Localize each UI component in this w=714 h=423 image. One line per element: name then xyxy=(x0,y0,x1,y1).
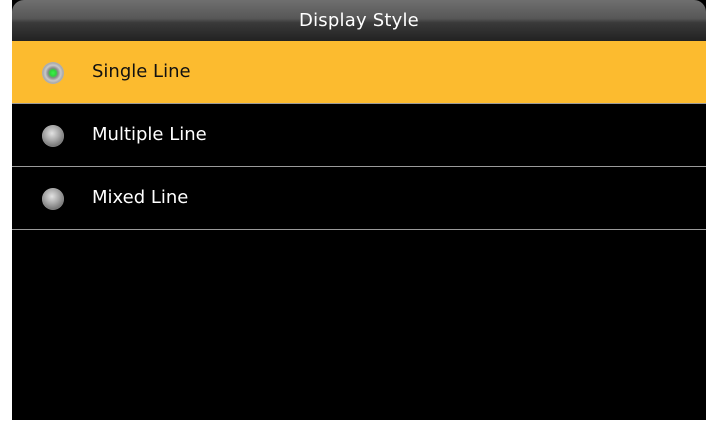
option-label: Single Line xyxy=(92,61,191,82)
option-mixed-line[interactable]: Mixed Line xyxy=(12,167,706,230)
radio-checked-icon[interactable] xyxy=(42,62,64,84)
device-screen: Display Style Single Line Multiple Line … xyxy=(12,0,706,420)
option-single-line[interactable]: Single Line xyxy=(12,41,706,104)
title-bar: Display Style xyxy=(12,0,706,41)
page-title: Display Style xyxy=(299,10,419,31)
option-label: Multiple Line xyxy=(92,124,207,145)
radio-unchecked-icon[interactable] xyxy=(42,125,64,147)
radio-unchecked-icon[interactable] xyxy=(42,188,64,210)
option-label: Mixed Line xyxy=(92,187,189,208)
option-multiple-line[interactable]: Multiple Line xyxy=(12,104,706,167)
display-style-options: Single Line Multiple Line Mixed Line xyxy=(12,41,706,230)
